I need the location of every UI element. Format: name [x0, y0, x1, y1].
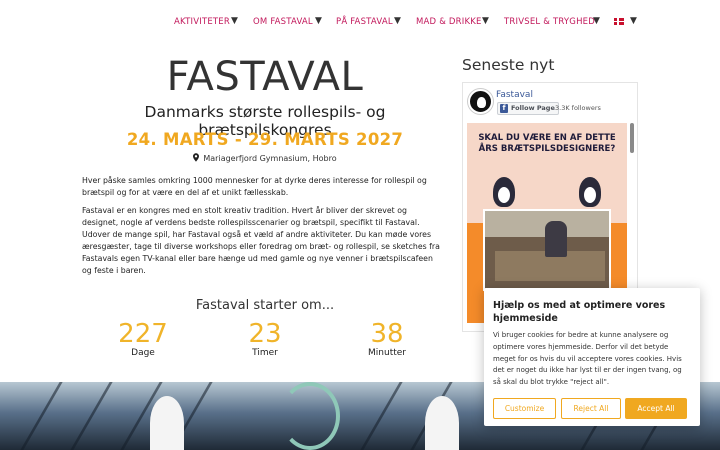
chevron-down-icon[interactable]: ▼: [630, 16, 637, 26]
cookie-title: Hjælp os med at optimere vores hjemmesid…: [493, 300, 666, 324]
follow-page-button[interactable]: Follow Page: [497, 102, 559, 115]
chevron-down-icon[interactable]: ▼: [394, 16, 401, 26]
danish-flag-icon[interactable]: [614, 18, 624, 25]
top-navigation: AKTIVITETER ▼ OM FASTAVAL ▼ PÅ FASTAVAL …: [0, 0, 720, 44]
followers-count: 3.3K followers: [555, 104, 601, 112]
reject-all-button[interactable]: Reject All: [561, 398, 621, 419]
facebook-page-name[interactable]: Fastaval: [496, 90, 533, 100]
cookie-body: Vi bruger cookies for bedre at kunne ana…: [493, 331, 682, 387]
countdown-days-label: Dage: [131, 348, 155, 358]
post-headline: SKAL DU VÆRE EN AF DETTE ÅRS BRÆTSPILSDE…: [478, 133, 616, 154]
cookie-consent-dialog: Hjælp os med at optimere vores hjemmesid…: [484, 288, 700, 426]
event-dates: 24. MARTS - 29. MARTS 2027: [126, 130, 404, 149]
countdown-hours: 23 Timer: [230, 321, 300, 358]
customize-button[interactable]: Customize: [493, 398, 556, 419]
facebook-page-avatar[interactable]: [468, 89, 493, 114]
nav-item-trivsel-tryghed[interactable]: TRIVSEL & TRYGHED: [504, 17, 595, 27]
nav-item-paa-fastaval[interactable]: PÅ FASTAVAL: [336, 17, 393, 27]
countdown-days: 227 Dage: [108, 321, 178, 358]
description-paragraph: Fastaval er en kongres med en stolt krea…: [82, 206, 440, 275]
countdown-minutes: 38 Minutter: [352, 321, 422, 358]
widget-scrollbar[interactable]: [630, 123, 634, 153]
chevron-down-icon[interactable]: ▼: [482, 16, 489, 26]
countdown-heading: Fastaval starter om...: [195, 298, 335, 313]
nav-item-mad-drikke[interactable]: MAD & DRIKKE: [416, 17, 482, 27]
chevron-down-icon[interactable]: ▼: [231, 16, 238, 26]
nav-item-om-fastaval[interactable]: OM FASTAVAL: [253, 17, 313, 27]
countdown-days-value: 227: [118, 319, 168, 349]
countdown-hours-label: Timer: [252, 348, 278, 358]
event-location: Mariagerfjord Gymnasium, Hobro: [82, 153, 448, 163]
location-text: Mariagerfjord Gymnasium, Hobro: [203, 154, 337, 163]
page-title: FASTAVAL: [166, 54, 364, 100]
chevron-down-icon[interactable]: ▼: [593, 16, 600, 26]
countdown-minutes-label: Minutter: [368, 348, 406, 358]
boardgame-photo: [483, 209, 611, 291]
intro-paragraph: Hver påske samles omkring 1000 mennesker…: [82, 176, 427, 197]
penguin-illustration: [579, 177, 601, 207]
chevron-down-icon[interactable]: ▼: [315, 16, 322, 26]
countdown-minutes-value: 38: [370, 319, 404, 349]
accept-all-button[interactable]: Accept All: [625, 398, 687, 419]
penguin-illustration: [493, 177, 515, 207]
nav-item-aktiviteter[interactable]: AKTIVITETER: [174, 17, 230, 27]
map-pin-icon: [193, 153, 200, 162]
countdown-hours-value: 23: [248, 319, 282, 349]
news-heading: Seneste nyt: [462, 56, 555, 74]
